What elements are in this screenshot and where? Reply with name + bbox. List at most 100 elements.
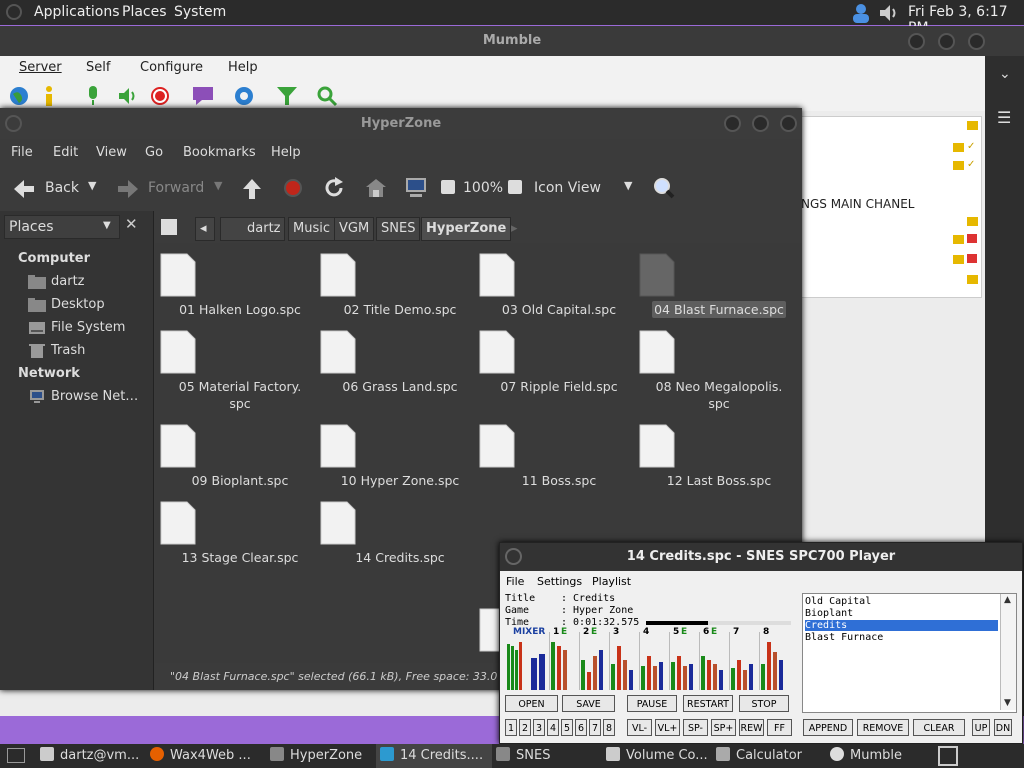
back-history-chevron-icon[interactable]: ▼ xyxy=(88,179,96,192)
menu-go[interactable]: Go xyxy=(145,145,163,160)
open-button[interactable]: OPEN xyxy=(505,695,558,712)
channel-number[interactable]: 1 xyxy=(553,627,559,637)
mumble-titlebar[interactable]: Mumble xyxy=(0,26,1024,56)
volume-icon[interactable] xyxy=(878,3,900,23)
info-icon[interactable] xyxy=(43,85,55,107)
path-crumb-hyperzone[interactable]: HyperZone xyxy=(421,217,512,241)
forward-history-chevron-icon[interactable]: ▼ xyxy=(214,179,222,192)
taskbar-item[interactable]: Volume Co... xyxy=(602,744,712,768)
view-mode-chevron-icon[interactable]: ▼ xyxy=(624,179,632,192)
stop-icon[interactable] xyxy=(283,178,303,198)
control-button[interactable]: VL+ xyxy=(655,719,680,736)
taskbar-item[interactable]: Calculator xyxy=(712,744,816,768)
playlist-append-button[interactable]: APPEND xyxy=(803,719,853,736)
control-button[interactable]: SP- xyxy=(683,719,708,736)
path-scroll-left-button[interactable]: ◂ xyxy=(195,217,215,241)
reload-icon[interactable] xyxy=(323,177,345,199)
playlist-item[interactable]: Bioplant xyxy=(805,608,998,619)
back-arrow-icon[interactable] xyxy=(12,178,36,200)
file-item[interactable]: 03 Old Capital.spc xyxy=(479,253,639,318)
workspace-switcher[interactable] xyxy=(938,746,958,766)
system-menu[interactable]: System xyxy=(174,4,226,20)
restart-button[interactable]: RESTART xyxy=(683,695,733,712)
playlist-item[interactable]: Old Capital xyxy=(805,596,998,607)
minimize-button[interactable] xyxy=(724,115,741,132)
file-item[interactable]: 12 Last Boss.spc xyxy=(639,424,799,489)
file-item[interactable]: 14 Credits.spc xyxy=(320,501,480,566)
window-menu-button[interactable] xyxy=(5,115,22,132)
channel-toggle-button[interactable]: 5 xyxy=(561,719,573,736)
menu-settings[interactable]: Settings xyxy=(537,575,582,588)
file-item[interactable]: 07 Ripple Field.spc xyxy=(479,330,639,395)
taskbar-item[interactable]: 14 Credits.... xyxy=(376,744,492,768)
playlist-item[interactable]: Blast Furnace xyxy=(805,632,998,643)
menu-help[interactable]: Help xyxy=(228,60,258,75)
menu-view[interactable]: View xyxy=(96,145,127,160)
applications-menu[interactable]: Applications xyxy=(34,4,120,20)
file-item[interactable]: 05 Material Factory. spc xyxy=(160,330,320,412)
globe-icon[interactable] xyxy=(9,86,29,106)
edit-location-icon[interactable] xyxy=(161,219,177,235)
path-crumb-dartz[interactable]: dartz xyxy=(220,217,286,241)
menu-self[interactable]: Self xyxy=(86,60,110,75)
record-icon[interactable] xyxy=(150,86,170,106)
network-user-icon[interactable] xyxy=(850,2,872,24)
playlist-remove-button[interactable]: REMOVE xyxy=(857,719,909,736)
channel-name[interactable]: NGS MAIN CHANEL xyxy=(801,197,914,211)
channel-number[interactable]: 2 xyxy=(583,627,589,637)
taskbar-item[interactable]: HyperZone xyxy=(266,744,376,768)
menu-bookmarks[interactable]: Bookmarks xyxy=(183,145,256,160)
playlist-up-button[interactable]: UP xyxy=(972,719,990,736)
channel-toggle-button[interactable]: 8 xyxy=(603,719,615,736)
file-manager-titlebar[interactable]: HyperZone xyxy=(0,108,802,139)
control-button[interactable]: REW xyxy=(739,719,764,736)
zoom-in-icon[interactable] xyxy=(508,180,522,194)
taskbar-item[interactable]: dartz@vm... xyxy=(36,744,146,768)
channel-toggle-button[interactable]: 3 xyxy=(533,719,545,736)
minimize-button[interactable] xyxy=(908,33,925,50)
file-item[interactable]: 09 Bioplant.spc xyxy=(160,424,320,489)
scroll-down-icon[interactable]: ▼ xyxy=(1004,698,1011,708)
channel-toggle-button[interactable]: 1 xyxy=(505,719,517,736)
up-arrow-icon[interactable] xyxy=(241,177,263,201)
sidebar-item-trash[interactable]: Trash xyxy=(28,343,85,358)
channel-toggle-button[interactable]: 4 xyxy=(547,719,559,736)
sidebar-selector[interactable]: Places ▼ xyxy=(4,215,120,239)
maximize-button[interactable] xyxy=(752,115,769,132)
spc-player-titlebar[interactable]: 14 Credits.spc - SNES SPC700 Player xyxy=(500,543,1022,571)
playlist[interactable]: ▲ ▼ Old Capital Bioplant Credits Blast Furn… xyxy=(802,593,1017,713)
control-button[interactable]: SP+ xyxy=(711,719,736,736)
sidebar-item-browse-network[interactable]: Browse Net… xyxy=(28,389,138,404)
mumble-channel-tree[interactable]: NGS MAIN CHANEL ✓ ✓ xyxy=(800,116,982,298)
channel-toggle-button[interactable]: 7 xyxy=(589,719,601,736)
file-item[interactable]: 01 Halken Logo.spc xyxy=(160,253,320,318)
taskbar-item[interactable]: SNES xyxy=(492,744,602,768)
gnome-foot-icon[interactable] xyxy=(6,4,22,20)
path-scroll-right-button[interactable]: ▸ xyxy=(511,221,518,236)
menu-server[interactable]: Server xyxy=(19,60,62,75)
file-item[interactable]: 08 Neo Megalopolis. spc xyxy=(639,330,799,412)
filter-icon[interactable] xyxy=(276,85,298,107)
window-menu-button[interactable] xyxy=(505,548,522,565)
sidebar-item-dartz[interactable]: dartz xyxy=(28,274,84,289)
file-item[interactable]: 10 Hyper Zone.spc xyxy=(320,424,480,489)
close-button[interactable] xyxy=(780,115,797,132)
stop-button[interactable]: STOP xyxy=(739,695,789,712)
forward-button[interactable]: Forward xyxy=(148,180,204,196)
path-crumb-music[interactable]: Music xyxy=(288,217,335,241)
taskbar-item[interactable]: Wax4Web ... xyxy=(146,744,266,768)
file-item[interactable]: 06 Grass Land.spc xyxy=(320,330,480,395)
gear-icon[interactable] xyxy=(233,85,255,107)
path-crumb-vgm[interactable]: VGM xyxy=(334,217,375,241)
sidebar-item-desktop[interactable]: Desktop xyxy=(28,297,105,312)
channel-toggle-button[interactable]: 6 xyxy=(575,719,587,736)
places-menu[interactable]: Places xyxy=(122,4,167,20)
menu-edit[interactable]: Edit xyxy=(53,145,78,160)
zoom-out-icon[interactable] xyxy=(441,180,455,194)
menu-file[interactable]: File xyxy=(11,145,33,160)
sidebar-item-file-system[interactable]: File System xyxy=(28,320,125,335)
file-item[interactable]: 02 Title Demo.spc xyxy=(320,253,480,318)
search-icon[interactable] xyxy=(316,85,338,107)
scroll-up-icon[interactable]: ▲ xyxy=(1004,595,1011,605)
taskbar-item[interactable]: Mumble xyxy=(826,744,936,768)
